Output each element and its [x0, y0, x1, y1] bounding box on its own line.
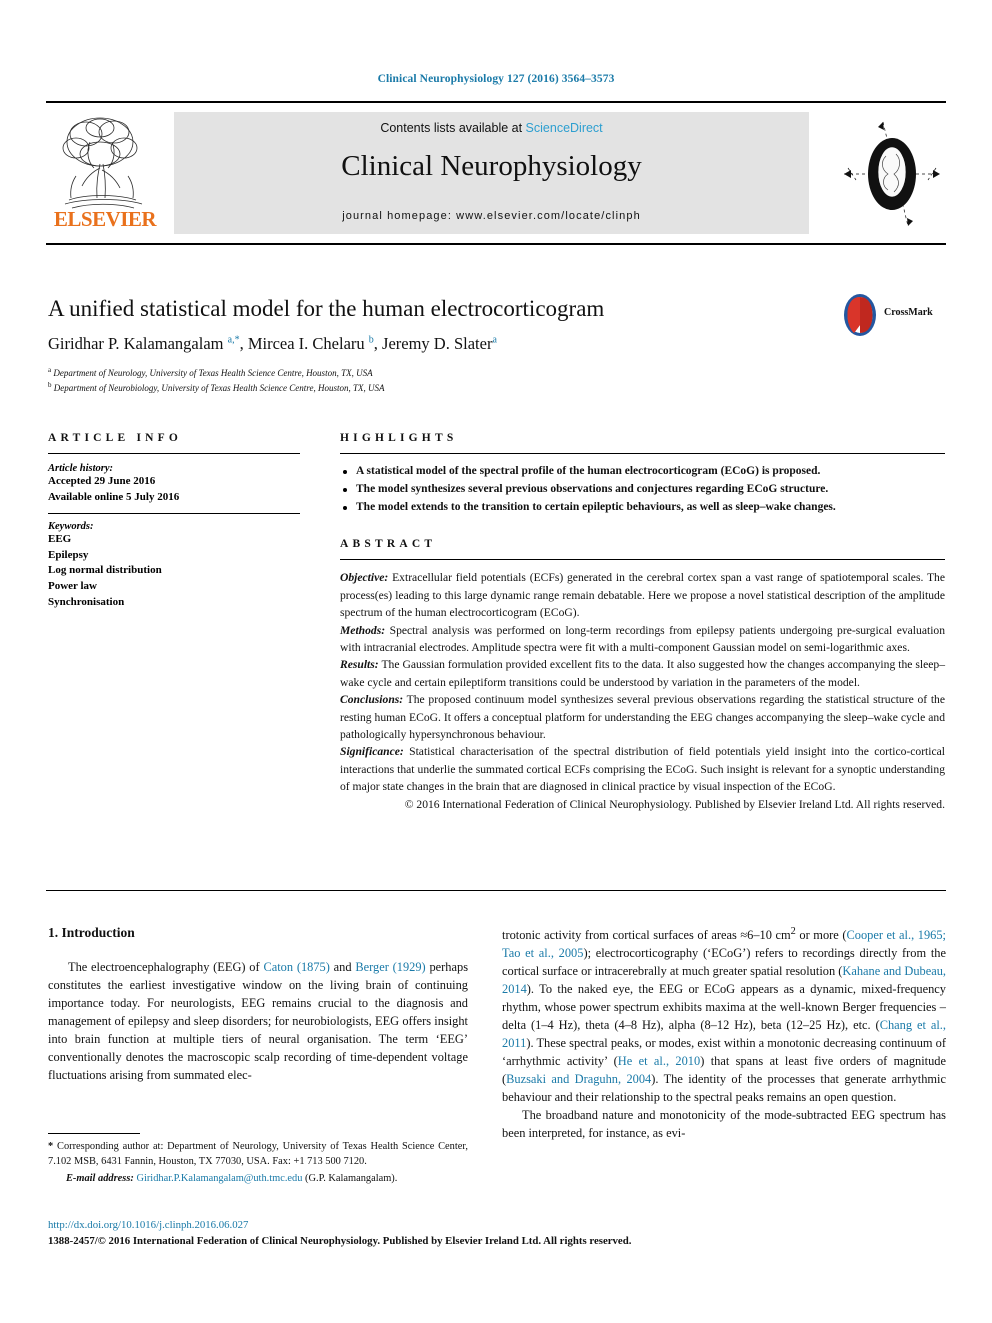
running-head: Clinical Neurophysiology 127 (2016) 3564… — [377, 73, 615, 85]
article-info-rule — [48, 453, 300, 454]
contents-prefix: Contents lists available at — [380, 121, 526, 135]
introduction-left-column: 1. Introduction The electroencephalograp… — [48, 925, 468, 1085]
highlights-heading: HIGHLIGHTS — [340, 432, 458, 444]
abstract-rule — [340, 559, 945, 561]
abstract-heading: ABSTRACT — [340, 538, 437, 551]
crossmark-label: CrossMark — [884, 307, 933, 318]
abstract-label: Conclusions: — [340, 693, 404, 707]
abstract-section-significance: Significance: Statistical characterisati… — [340, 745, 946, 794]
masthead-rule-bottom — [46, 243, 946, 245]
page-title: A unified statistical model for the huma… — [48, 296, 605, 321]
crossmark-icon[interactable] — [838, 292, 882, 338]
intro-paragraph-left: The electroencephalography (EEG) of Cato… — [48, 960, 469, 1082]
intro-paragraph-right-2: The broadband nature and monotonicity of… — [502, 1107, 946, 1140]
journal-homepage-line[interactable]: journal homepage: www.elsevier.com/locat… — [174, 210, 809, 222]
keyword-item: Epilepsy — [48, 548, 89, 561]
keyword-item: EEG — [48, 533, 72, 546]
journal-masthead: ELSEVIER Contents lists available at Sci… — [46, 110, 946, 235]
elsevier-logo: ELSEVIER — [46, 112, 164, 234]
highlights-list: A statistical model of the spectral prof… — [340, 463, 945, 516]
corresponding-author-note: * Corresponding author at: Department of… — [48, 1141, 468, 1167]
sciencedirect-link[interactable]: ScienceDirect — [526, 121, 603, 135]
abstract-copyright: © 2016 International Federation of Clini… — [404, 797, 945, 811]
highlights-rule — [340, 453, 945, 454]
email-note: E-mail address: Giridhar.P.Kalamangalam@… — [48, 1172, 468, 1187]
article-info-panel: ARTICLE INFO Article history: Accepted 2… — [48, 432, 300, 610]
intro-paragraph-right-1: trotonic activity from cortical surfaces… — [502, 926, 947, 1104]
keywords-label: Keywords: — [48, 521, 94, 533]
affiliation-a: a Department of Neurology, University of… — [48, 366, 373, 378]
doi-link[interactable]: http://dx.doi.org/10.1016/j.clinph.2016.… — [48, 1218, 938, 1234]
article-history-accepted: Accepted 29 June 2016 — [48, 475, 156, 487]
article-history-label: Article history: — [48, 463, 114, 474]
highlights-abstract-panel: HIGHLIGHTS A statistical model of the sp… — [340, 432, 945, 813]
elsevier-tree-icon — [62, 117, 143, 209]
issn-copyright-line: 1388-2457/© 2016 International Federatio… — [48, 1234, 632, 1247]
crossmark-badge[interactable]: CrossMark — [838, 292, 942, 340]
keyword-item: Power law — [48, 580, 97, 593]
header-rule-top — [46, 101, 946, 103]
abstract-body: Objective: Extracellular field potential… — [340, 569, 945, 812]
elsevier-wordmark: ELSEVIER — [53, 207, 157, 231]
abstract-label: Methods: — [340, 623, 386, 637]
email-link[interactable]: Giridhar.P.Kalamangalam@uth.tmc.edu — [136, 1173, 302, 1184]
list-item: A statistical model of the spectral prof… — [340, 463, 945, 481]
abstract-section-results: Results: The Gaussian formulation provid… — [340, 658, 945, 689]
keyword-item: Synchronisation — [48, 595, 125, 608]
publication-footer: http://dx.doi.org/10.1016/j.clinph.2016.… — [48, 1218, 938, 1249]
email-owner: (G.P. Kalamangalam). — [305, 1172, 398, 1184]
abstract-label: Objective: — [340, 571, 389, 585]
list-item: The model extends to the transition to c… — [340, 499, 945, 517]
journal-article-page: Clinical Neurophysiology 127 (2016) 3564… — [0, 0, 992, 1323]
author-list: Giridhar P. Kalamangalam a,*, Mircea I. … — [48, 334, 497, 353]
affiliation-b: b Department of Neurobiology, University… — [48, 381, 385, 394]
article-info-heading: ARTICLE INFO — [48, 432, 183, 444]
affiliation-list: a Department of Neurology, University of… — [48, 365, 838, 395]
abstract-label: Significance: — [340, 745, 404, 759]
abstract-section-objective: Objective: Extracellular field potential… — [340, 571, 945, 620]
keywords-rule — [48, 513, 300, 515]
abstract-section-conclusions: Conclusions: The proposed continuum mode… — [340, 693, 945, 741]
footnote-separator — [48, 1133, 140, 1134]
body-rule-top — [46, 890, 946, 891]
contents-available-line: Contents lists available at ScienceDirec… — [174, 121, 809, 135]
email-label: E-mail address: — [66, 1172, 134, 1184]
abstract-label: Results: — [340, 658, 379, 672]
section-heading-introduction: 1. Introduction — [48, 925, 135, 940]
keyword-item: Log normal distribution — [48, 564, 162, 577]
journal-title: Clinical Neurophysiology — [341, 150, 642, 182]
introduction-right-column: trotonic activity from cortical surfaces… — [502, 925, 946, 1143]
contents-panel: Contents lists available at ScienceDirec… — [174, 112, 809, 234]
article-history-online: Available online 5 July 2016 — [48, 490, 180, 503]
footnote-block: * Corresponding author at: Department of… — [48, 1140, 468, 1186]
list-item: The model synthesizes several previous o… — [340, 481, 945, 499]
abstract-section-methods: Methods: Spectral analysis was performed… — [340, 623, 946, 654]
journal-brain-emblem-icon — [844, 121, 940, 227]
